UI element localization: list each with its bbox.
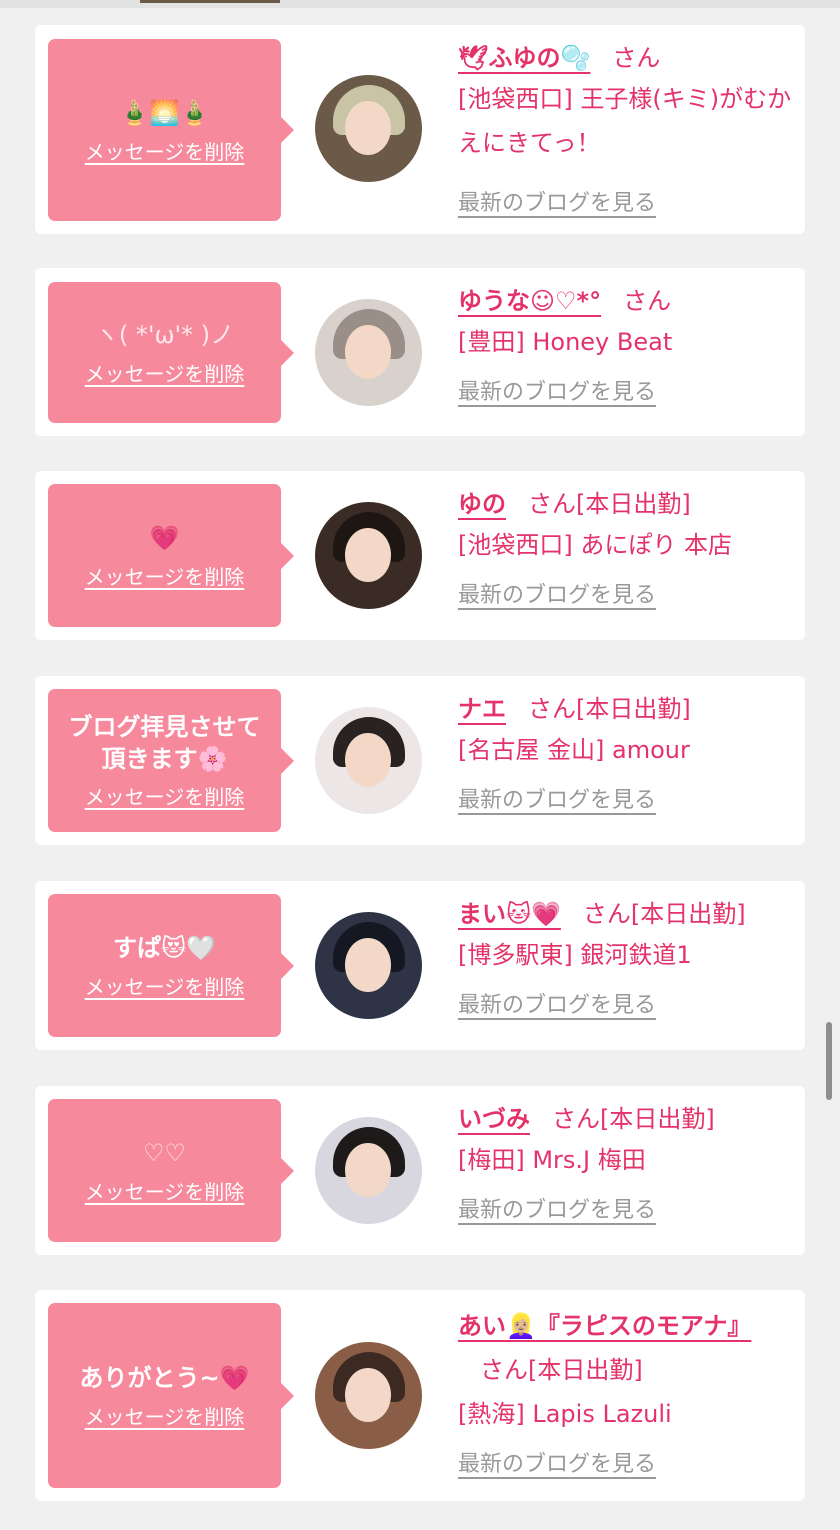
message-bubble: 🎍🌅🎍 メッセージを削除 bbox=[48, 39, 294, 221]
message-card: 🎍🌅🎍 メッセージを削除 🕊ふゆの🫧 さん [池袋西口] 王子様(キミ)がむかえに… bbox=[35, 25, 805, 234]
scrollbar[interactable] bbox=[826, 1022, 832, 1100]
message-card: すぱ😻🤍 メッセージを削除 まい🐱💗 さん[本日出勤] [博多駅東] 銀河鉄道1 … bbox=[35, 881, 805, 1050]
avatar[interactable] bbox=[315, 1117, 422, 1224]
delete-message-link[interactable]: メッセージを削除 bbox=[85, 1401, 245, 1430]
message-card: ブログ拝見させて頂きます🌸 メッセージを削除 ナエ さん[本日出勤] [名古屋 金… bbox=[35, 676, 805, 845]
attendance-status: [本日出勤] bbox=[600, 1105, 715, 1133]
message-card: 💗 メッセージを削除 ゆの さん[本日出勤] [池袋西口] あにぽり 本店 最新の… bbox=[35, 471, 805, 640]
delete-message-link[interactable]: メッセージを削除 bbox=[85, 971, 245, 1000]
latest-blog-link[interactable]: 最新のブログを見る bbox=[458, 782, 656, 814]
honorific: さん bbox=[612, 44, 661, 72]
girl-name-link[interactable]: いづみ bbox=[458, 1105, 530, 1133]
top-tab-indicator bbox=[140, 0, 280, 3]
message-bubble: ありがとう~💗 メッセージを削除 bbox=[48, 1303, 294, 1488]
message-bubble: すぱ😻🤍 メッセージを削除 bbox=[48, 894, 294, 1037]
avatar[interactable] bbox=[315, 707, 422, 814]
attendance-status: [本日出勤] bbox=[576, 695, 691, 723]
delete-message-link[interactable]: メッセージを削除 bbox=[85, 781, 245, 810]
message-text: ブログ拝見させて頂きます🌸 bbox=[68, 713, 261, 773]
latest-blog-link[interactable]: 最新のブログを見る bbox=[458, 374, 656, 406]
avatar[interactable] bbox=[315, 299, 422, 406]
message-bubble: ヽ( *'ω'* )ノ メッセージを削除 bbox=[48, 282, 294, 423]
message-bubble: 💗 メッセージを削除 bbox=[48, 484, 294, 627]
delete-message-link[interactable]: メッセージを削除 bbox=[85, 358, 245, 387]
delete-message-link[interactable]: メッセージを削除 bbox=[85, 136, 245, 165]
shop-name: [博多駅東] 銀河鉄道1 bbox=[458, 941, 692, 969]
message-text: ヽ( *'ω'* )ノ bbox=[94, 321, 235, 349]
attendance-status: [本日出勤] bbox=[630, 900, 746, 928]
girl-name-link[interactable]: ゆの bbox=[458, 490, 506, 518]
shop-name: [梅田] Mrs.J 梅田 bbox=[458, 1146, 646, 1174]
latest-blog-link[interactable]: 最新のブログを見る bbox=[458, 1192, 656, 1224]
delete-message-link[interactable]: メッセージを削除 bbox=[85, 1176, 245, 1205]
message-card: ヽ( *'ω'* )ノ メッセージを削除 ゆうな☺︎♡*° さん [豊田] Hon… bbox=[35, 268, 805, 436]
avatar[interactable] bbox=[315, 75, 422, 182]
delete-message-link[interactable]: メッセージを削除 bbox=[85, 561, 245, 590]
message-card: ♡♡ メッセージを削除 いづみ さん[本日出勤] [梅田] Mrs.J 梅田 最新… bbox=[35, 1086, 805, 1255]
message-text: ♡♡ bbox=[142, 1139, 187, 1167]
message-text: ありがとう~💗 bbox=[79, 1364, 250, 1392]
honorific: さん bbox=[552, 1105, 600, 1133]
shop-name: [豊田] Honey Beat bbox=[458, 328, 673, 356]
girl-name-link[interactable]: ゆうな☺︎♡*° bbox=[458, 287, 601, 315]
latest-blog-link[interactable]: 最新のブログを見る bbox=[458, 1446, 656, 1478]
honorific: さん bbox=[528, 695, 576, 723]
shop-name: [熱海] Lapis Lazuli bbox=[458, 1400, 672, 1428]
avatar[interactable] bbox=[315, 912, 422, 1019]
honorific: さん bbox=[623, 287, 672, 315]
message-bubble: ♡♡ メッセージを削除 bbox=[48, 1099, 294, 1242]
avatar[interactable] bbox=[315, 502, 422, 609]
message-bubble: ブログ拝見させて頂きます🌸 メッセージを削除 bbox=[48, 689, 294, 832]
shop-name: [池袋西口] あにぽり 本店 bbox=[458, 531, 732, 559]
top-bar bbox=[0, 0, 840, 8]
message-card: ありがとう~💗 メッセージを削除 あい👱🏼‍♀️『ラピスのモアナ』さん[本日出勤… bbox=[35, 1290, 805, 1501]
girl-name-link[interactable]: あい👱🏼‍♀️『ラピスのモアナ』 bbox=[458, 1312, 751, 1340]
girl-name-link[interactable]: 🕊ふゆの🫧 bbox=[458, 44, 590, 72]
girl-name-link[interactable]: ナエ bbox=[458, 695, 506, 723]
latest-blog-link[interactable]: 最新のブログを見る bbox=[458, 987, 656, 1019]
message-text: 💗 bbox=[149, 524, 180, 552]
attendance-status: [本日出勤] bbox=[576, 490, 691, 518]
avatar[interactable] bbox=[315, 1342, 422, 1449]
girl-name-link[interactable]: まい🐱💗 bbox=[458, 900, 561, 928]
message-text: すぱ😻🤍 bbox=[113, 934, 216, 962]
latest-blog-link[interactable]: 最新のブログを見る bbox=[458, 185, 656, 217]
message-text: 🎍🌅🎍 bbox=[119, 98, 210, 127]
latest-blog-link[interactable]: 最新のブログを見る bbox=[458, 577, 656, 609]
shop-name: [池袋西口] 王子様(キミ)がむかえにきてっ！ bbox=[458, 85, 792, 157]
attendance-status: [本日出勤] bbox=[528, 1356, 643, 1384]
shop-name: [名古屋 金山] amour bbox=[458, 736, 690, 764]
honorific: さん bbox=[582, 900, 631, 928]
honorific: さん bbox=[528, 490, 576, 518]
honorific: さん bbox=[480, 1356, 528, 1384]
